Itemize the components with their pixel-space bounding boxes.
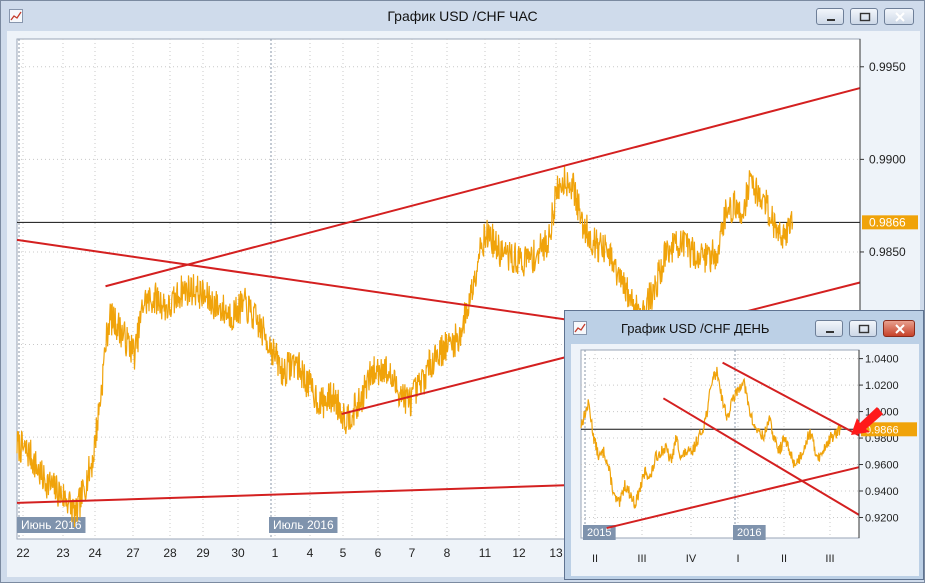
maximize-button[interactable] [850,8,878,25]
inset-close-button[interactable] [883,320,915,337]
hourly-ytick-label: 0.9900 [869,152,906,166]
daily-plot-area [580,349,860,539]
daily-title-bar[interactable]: График USD /CHF ДЕНЬ [565,311,923,343]
hourly-xtick-label: 5 [340,546,347,560]
daily-period-label: 2016 [737,527,761,539]
inset-minimize-button[interactable] [815,320,843,337]
maximize-icon [859,12,871,22]
hourly-title-bar[interactable]: График USD /CHF ЧАС [1,1,924,31]
daily-xtick-label: III [825,553,834,565]
daily-xtick-label: II [781,553,787,565]
hourly-xtick-label: 30 [231,546,245,560]
daily-price-chart[interactable]: 0.92000.94000.96000.98001.00001.02001.04… [571,344,919,576]
daily-chart-window: График USD /CHF ДЕНЬ 0.9200 0.9400 0.9600 0… [564,310,924,580]
hourly-period-label: Июнь 2016 [21,518,82,532]
daily-ytick-label: 0.9600 [865,460,899,472]
hourly-xtick-label: 7 [409,546,416,560]
daily-current-price-label: 0.9866 [865,424,899,436]
hourly-ytick-label: 0.9850 [869,245,906,259]
hourly-xtick-label: 24 [88,546,102,560]
daily-ytick-label: 1.0200 [865,380,899,392]
inset-maximize-button[interactable] [849,320,877,337]
hourly-xtick-label: 28 [163,546,177,560]
close-icon [895,324,905,334]
hourly-xtick-label: 8 [444,546,451,560]
hourly-window-title: График USD /CHF ЧАС [387,8,538,24]
hourly-current-price-label: 0.9866 [869,215,906,229]
hourly-period-label: Июль 2016 [273,518,334,532]
close-button[interactable] [884,8,914,25]
chart-app-icon [573,321,587,335]
hourly-xtick-label: 11 [479,546,492,560]
hourly-xtick-label: 4 [307,546,314,560]
daily-xtick-label: III [637,553,646,565]
hourly-xtick-label: 27 [126,546,140,560]
daily-ytick-label: 0.9200 [865,512,899,524]
daily-ytick-label: 1.0400 [865,354,899,366]
daily-xtick-label: II [592,553,598,565]
minimize-button[interactable] [816,8,844,25]
minimize-icon [827,19,835,21]
hourly-xtick-label: 1 [272,546,279,560]
hourly-xtick-label: 6 [375,546,382,560]
minimize-icon [826,331,834,333]
close-icon [895,12,905,22]
hourly-xtick-label: 29 [196,546,210,560]
hourly-xtick-label: 22 [16,546,30,560]
hourly-xtick-label: 23 [56,546,70,560]
hourly-xtick-label: 12 [512,546,526,560]
hourly-xtick-label: 13 [549,546,563,560]
daily-xtick-label: IV [686,553,697,565]
daily-xtick-label: I [736,553,739,565]
maximize-icon [858,324,870,334]
hourly-ytick-label: 0.9950 [869,60,906,74]
daily-ytick-label: 0.9400 [865,486,899,498]
